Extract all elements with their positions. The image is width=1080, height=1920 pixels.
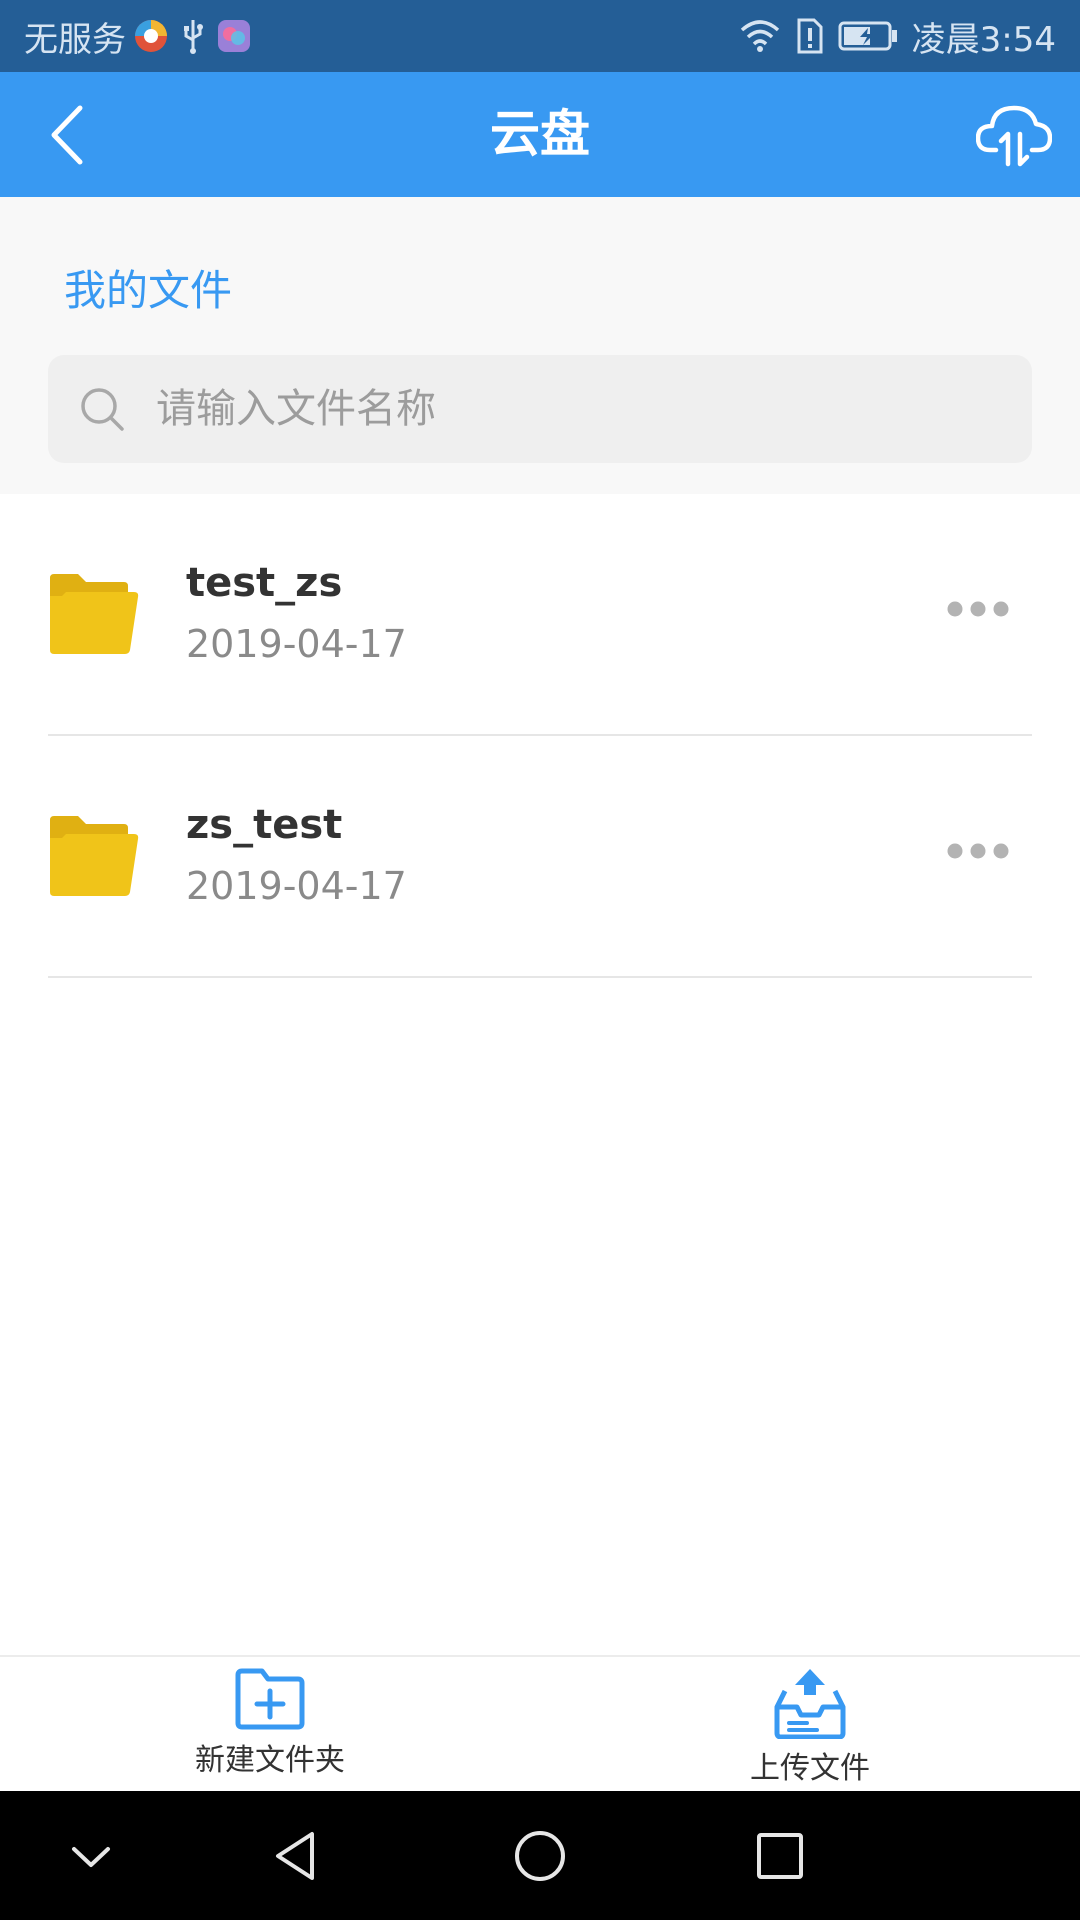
file-row[interactable]: test_zs 2019-04-17 (0, 494, 1080, 736)
status-bar: 无服务 凌晨3:54 (0, 0, 1080, 72)
folder-icon (50, 816, 139, 896)
search-input[interactable] (156, 355, 996, 463)
new-folder-icon (235, 1668, 305, 1730)
nav-back-button[interactable] (264, 1821, 334, 1891)
file-date: 2019-04-17 (186, 622, 407, 666)
circle-home-icon (515, 1831, 565, 1881)
more-options-button[interactable] (946, 836, 1010, 866)
new-folder-label: 新建文件夹 (195, 1743, 345, 1778)
upload-file-label: 上传文件 (750, 1751, 870, 1786)
nav-collapse-button[interactable] (56, 1821, 126, 1891)
row-divider (48, 976, 1032, 978)
cloud-transfer-icon (975, 105, 1053, 167)
square-recents-icon (757, 1833, 803, 1879)
upload-file-button[interactable]: 上传文件 (660, 1657, 960, 1793)
triangle-back-icon (276, 1832, 314, 1880)
more-horizontal-icon (947, 601, 1009, 617)
cloud-transfer-button[interactable] (975, 100, 1053, 170)
nav-recents-button[interactable] (745, 1821, 815, 1891)
nav-home-button[interactable] (505, 1821, 575, 1891)
bottom-toolbar: 新建文件夹 上传文件 (0, 1655, 1080, 1793)
more-options-button[interactable] (946, 594, 1010, 624)
folder-icon (50, 574, 139, 654)
wifi-icon (738, 18, 782, 54)
system-nav-bar (0, 1791, 1080, 1920)
browser-app-icon (132, 17, 170, 55)
battery-icon (838, 20, 898, 52)
status-right: 凌晨3:54 (738, 0, 1056, 72)
file-name: zs_test (186, 802, 343, 848)
section-title: 我的文件 (64, 266, 233, 315)
title-bar: 云盘 (0, 72, 1080, 197)
page-title: 云盘 (490, 105, 590, 163)
chevron-down-icon (72, 1847, 110, 1867)
search-box[interactable] (48, 355, 1032, 463)
usb-icon (176, 16, 210, 56)
more-horizontal-icon (947, 843, 1009, 859)
file-date: 2019-04-17 (186, 864, 407, 908)
search-icon (81, 388, 124, 431)
status-left: 无服务 (24, 0, 252, 72)
files-section-header: 我的文件 (0, 197, 1080, 494)
file-row[interactable]: zs_test 2019-04-17 (0, 736, 1080, 978)
sim-alert-icon (796, 17, 824, 55)
app-icon (216, 18, 252, 54)
new-folder-button[interactable]: 新建文件夹 (120, 1657, 420, 1793)
file-name: test_zs (186, 560, 343, 606)
carrier-text: 无服务 (24, 19, 126, 60)
file-list: test_zs 2019-04-17 zs_test 2019-04-17 (0, 494, 1080, 978)
time-text: 凌晨3:54 (911, 19, 1056, 60)
upload-tray-icon (774, 1669, 846, 1739)
